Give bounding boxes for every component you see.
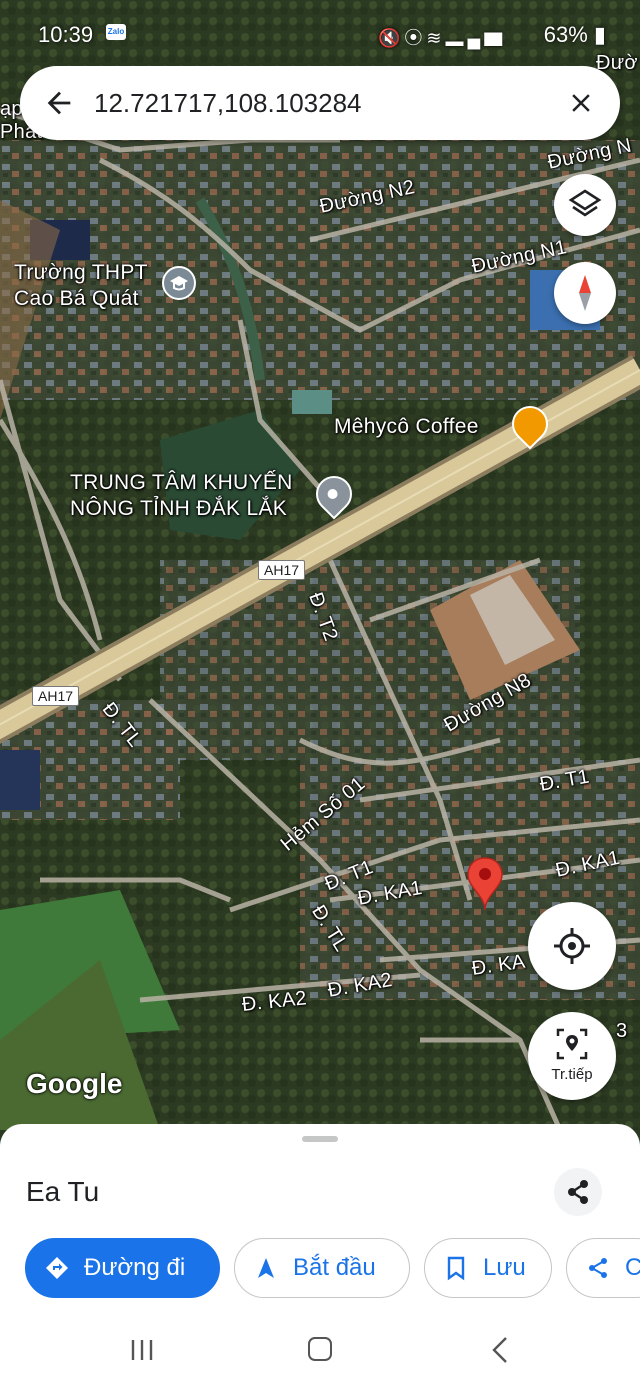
battery-icon: ▮ [587,22,606,47]
status-icons: 🔇⦿≋▂▄▆ [378,24,506,50]
close-icon[interactable] [566,88,596,118]
directions-chip[interactable]: Đường đi [25,1238,220,1298]
save-chip[interactable]: Lưu [424,1238,552,1298]
map-label-edge: 3 [616,1020,628,1042]
my-location-icon [554,928,590,964]
place-name: Ea Tu [26,1176,100,1207]
share-label: C [625,1254,640,1282]
school-icon[interactable] [162,266,196,300]
navigation-arrow-icon [258,1258,274,1278]
dropped-pin-icon[interactable] [466,856,504,912]
search-bar[interactable]: 12.721717,108.103284 [20,66,620,140]
start-label: Bắt đầu [293,1254,376,1281]
live-view-icon [556,1028,588,1060]
highway-shield-ah17: AH17 [258,560,306,580]
save-label: Lưu [483,1254,526,1281]
navigate-button[interactable]: Tr.tiếp [528,1012,616,1100]
layers-button[interactable] [554,174,616,236]
signal-icon: ▂▄▆ [445,28,507,48]
directions-icon [46,1257,68,1279]
share-icon [589,1258,607,1278]
poi-label-mehyco-coffee[interactable]: Mêhycô Coffee [334,414,479,440]
compass-button[interactable] [554,262,616,324]
highway-shield-ah17: AH17 [32,686,80,706]
wifi-icon: ≋ [426,28,446,48]
arrow-left-icon[interactable] [42,86,76,120]
sheet-drag-handle[interactable] [302,1136,338,1142]
poi-label-trung-tam-khuyen-nong[interactable]: TRUNG TÂM KHUYẾN NÔNG TỈNH ĐẮK LẮK [70,470,293,522]
location-icon: ⦿ [404,28,427,48]
compass-icon [579,275,591,311]
battery-level: 63% ▮ [543,22,606,47]
navigate-label: Tr.tiếp [551,1066,593,1083]
google-logo: Google [26,1068,123,1099]
recent-apps-icon[interactable] [128,1338,156,1362]
system-nav-bar [0,1312,640,1387]
zalo-icon: Zalo [106,24,126,40]
share-button[interactable] [554,1168,602,1216]
share-chip[interactable]: C [566,1238,640,1298]
back-icon[interactable] [490,1336,510,1364]
mute-icon: 🔇 [378,28,405,48]
my-location-button[interactable] [528,902,616,990]
home-icon[interactable] [308,1337,332,1361]
start-chip[interactable]: Bắt đầu [234,1238,410,1298]
poi-label-truong-thpt[interactable]: Trường THPT Cao Bá Quát [14,260,148,312]
directions-label: Đường đi [84,1254,186,1281]
share-icon [568,1180,588,1204]
status-bar: 10:39 Zalo 🔇⦿≋▂▄▆ 63% ▮ [0,0,640,68]
bookmark-icon [447,1256,465,1281]
layers-icon [568,189,602,217]
status-time: 10:39 [38,22,94,47]
search-query[interactable]: 12.721717,108.103284 [94,88,362,119]
